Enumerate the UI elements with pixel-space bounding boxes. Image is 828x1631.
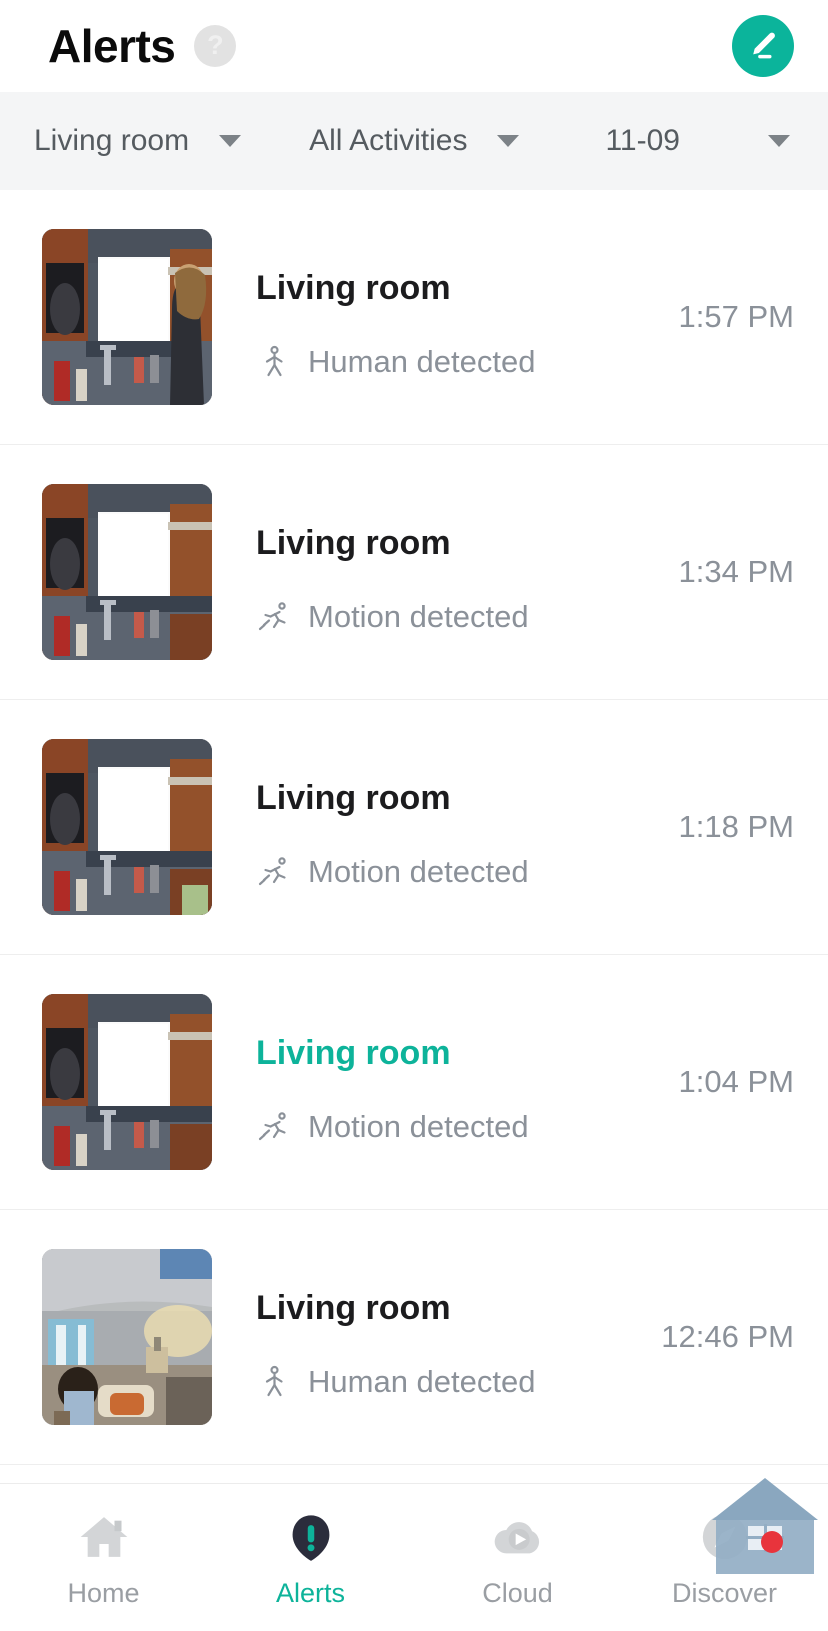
alert-location: Living room bbox=[256, 1288, 451, 1327]
nav-label-discover: Discover bbox=[671, 1578, 778, 1608]
bottom-navigation: Home Alerts Cloud Discover bbox=[0, 1478, 828, 1631]
edit-pencil-icon bbox=[746, 29, 780, 63]
alert-location: Living room bbox=[256, 268, 451, 307]
alert-thumbnail[interactable] bbox=[42, 484, 212, 660]
nav-label-home: Home bbox=[67, 1578, 140, 1608]
motion-running-icon bbox=[256, 854, 292, 890]
chevron-down-icon bbox=[219, 135, 242, 147]
alert-row[interactable]: Living room Human detected bbox=[0, 1210, 828, 1465]
alert-event: Motion detected bbox=[256, 1109, 665, 1145]
alert-row[interactable]: Living room Human detected bbox=[0, 190, 828, 445]
filter-date[interactable]: 11-09 bbox=[605, 124, 790, 158]
alert-thumbnail[interactable] bbox=[42, 1249, 212, 1425]
nav-item-cloud[interactable]: Cloud bbox=[414, 1506, 621, 1609]
alert-time: 1:34 PM bbox=[678, 554, 794, 589]
alert-location: Living room bbox=[256, 778, 451, 817]
alert-row-body: Living room Motion detected bbox=[212, 484, 665, 660]
nav-label-cloud: Cloud bbox=[482, 1578, 553, 1608]
alert-event: Human detected bbox=[256, 1364, 647, 1400]
alert-row[interactable]: Living room Motion detected bbox=[0, 445, 828, 700]
alert-thumbnail[interactable] bbox=[42, 229, 212, 405]
alert-row[interactable]: Living room Motion detected bbox=[0, 955, 828, 1210]
filter-camera-label: Living room bbox=[34, 124, 190, 157]
alert-event-label: Human detected bbox=[308, 1363, 536, 1399]
motion-running-icon bbox=[256, 599, 292, 635]
alerts-screen: Alerts ? Living room All Activities 11-0… bbox=[0, 0, 828, 1631]
edit-button[interactable] bbox=[732, 15, 794, 77]
alert-event-label: Motion detected bbox=[308, 853, 529, 889]
nav-label-alerts: Alerts bbox=[275, 1578, 346, 1608]
alert-event: Human detected bbox=[256, 344, 665, 380]
filter-activity[interactable]: All Activities bbox=[309, 124, 520, 158]
chevron-down-icon bbox=[767, 135, 790, 147]
app-header: Alerts ? bbox=[0, 0, 828, 92]
alert-row[interactable]: Living room Motion detected bbox=[0, 700, 828, 955]
filter-camera[interactable]: Living room bbox=[34, 124, 242, 158]
nav-item-home[interactable]: Home bbox=[0, 1506, 207, 1609]
alert-event: Motion detected bbox=[256, 599, 665, 635]
alert-row-body: Living room Human detected bbox=[212, 1249, 647, 1425]
alert-time: 1:18 PM bbox=[678, 809, 794, 844]
alert-row-body: Living room Motion detected bbox=[212, 739, 665, 915]
alert-location: Living room bbox=[256, 523, 451, 562]
motion-running-icon bbox=[256, 1109, 292, 1145]
alert-row-body: Living room Motion detected bbox=[212, 994, 665, 1170]
alert-row-body: Living room Human detected bbox=[212, 229, 665, 405]
human-walking-icon bbox=[256, 1364, 292, 1400]
alert-time: 1:57 PM bbox=[678, 299, 794, 334]
human-walking-icon bbox=[256, 344, 292, 380]
alert-event-label: Motion detected bbox=[308, 1108, 529, 1144]
filter-date-label: 11-09 bbox=[605, 124, 680, 157]
filter-bar: Living room All Activities 11-09 bbox=[0, 92, 828, 190]
alert-bell-icon bbox=[280, 1506, 342, 1568]
cloud-play-icon bbox=[487, 1506, 549, 1568]
alert-event: Motion detected bbox=[256, 854, 665, 890]
nav-item-alerts[interactable]: Alerts bbox=[207, 1506, 414, 1609]
discover-compass-icon bbox=[694, 1506, 756, 1568]
alert-list: Living room Human detected 1:57 PM Livin… bbox=[0, 190, 828, 1483]
help-question-icon[interactable]: ? bbox=[194, 25, 237, 67]
page-title: Alerts bbox=[48, 20, 176, 72]
alert-thumbnail[interactable] bbox=[42, 739, 212, 915]
alert-time: 12:46 PM bbox=[661, 1319, 794, 1354]
chevron-down-icon bbox=[497, 135, 520, 147]
alert-thumbnail[interactable] bbox=[42, 994, 212, 1170]
alert-location: Living room bbox=[256, 1033, 451, 1072]
nav-item-discover[interactable]: Discover bbox=[621, 1478, 828, 1609]
alert-event-label: Motion detected bbox=[308, 598, 529, 634]
help-icon-glyph: ? bbox=[207, 29, 224, 60]
alert-event-label: Human detected bbox=[308, 343, 536, 379]
filter-activity-label: All Activities bbox=[309, 124, 468, 157]
alert-time: 1:04 PM bbox=[678, 1064, 794, 1099]
home-icon bbox=[73, 1506, 135, 1568]
